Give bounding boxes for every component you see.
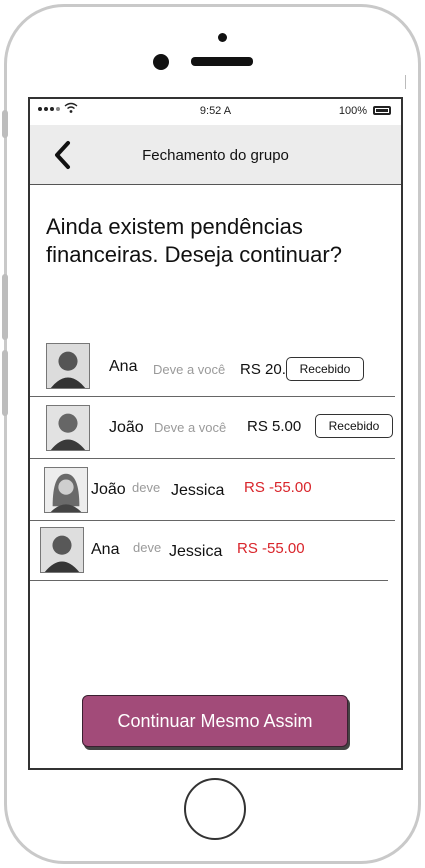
debt-verb: deve (133, 540, 162, 555)
frame-mark (405, 75, 406, 89)
debt-amount: RS -55.00 (237, 540, 305, 557)
page-title: Fechamento do grupo (142, 147, 289, 164)
debt-amount: RS 5.00 (247, 418, 302, 435)
volume-down-button (2, 350, 8, 416)
debtor-name: Ana (91, 541, 120, 558)
row-divider (30, 580, 388, 581)
phone-screen: 9:52 A 100% Fechamento do grupo Ainda ex… (28, 97, 403, 770)
volume-up-button (2, 274, 8, 340)
battery-icon (373, 106, 391, 115)
debt-row: João Deve a você RS 5.00 Recebido (30, 397, 395, 459)
navigation-bar: Fechamento do grupo (30, 125, 401, 185)
avatar (44, 467, 88, 513)
proximity-sensor (218, 33, 227, 42)
creditor-name: Jessica (169, 543, 223, 560)
debt-row: João deve Jessica RS -55.00 (30, 459, 395, 521)
avatar (46, 405, 90, 451)
avatar (40, 527, 84, 573)
status-bar: 9:52 A 100% (30, 99, 401, 125)
avatar (46, 343, 90, 389)
debt-row: Ana Deve a você RS 20.00 Recebido (30, 335, 395, 397)
battery-percent: 100% (338, 105, 367, 117)
debt-amount: RS -55.00 (244, 479, 312, 496)
debt-row: Ana deve Jessica RS -55.00 (30, 519, 388, 581)
creditor-name: Jessica (171, 482, 225, 499)
front-camera (153, 54, 169, 70)
mute-switch (2, 110, 8, 138)
home-button[interactable] (184, 778, 246, 840)
continue-anyway-button[interactable]: Continuar Mesmo Assim (82, 695, 348, 747)
received-button[interactable]: Recebido (286, 357, 364, 381)
received-button[interactable]: Recebido (315, 414, 393, 438)
debtor-name: João (109, 419, 144, 436)
earpiece-speaker (191, 57, 253, 66)
debt-verb: Deve a você (154, 420, 227, 435)
debt-verb: Deve a você (153, 362, 226, 377)
debtor-name: Ana (109, 358, 138, 375)
debt-verb: deve (132, 480, 161, 495)
pending-question: Ainda existem pendências financeiras. De… (46, 214, 342, 267)
debtor-name: João (91, 481, 126, 498)
